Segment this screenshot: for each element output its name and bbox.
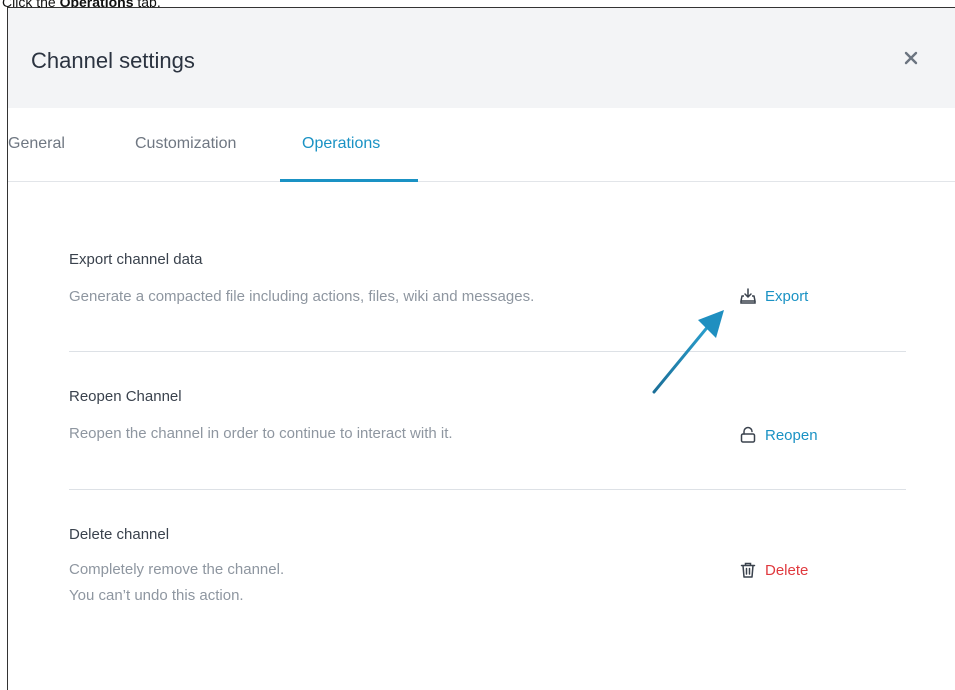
reopen-section-title: Reopen Channel — [69, 388, 182, 405]
reopen-button[interactable]: Reopen — [739, 426, 818, 444]
delete-button-label: Delete — [765, 561, 809, 579]
close-icon[interactable] — [899, 46, 923, 70]
export-section-title: Export channel data — [69, 251, 203, 268]
annotation-arrow — [652, 310, 724, 394]
delete-section-description-line1: Completely remove the channel. — [69, 561, 285, 578]
export-button[interactable]: Export — [739, 287, 808, 305]
delete-section-description-line2: You can’t undo this action. — [69, 587, 244, 604]
section-divider — [69, 489, 906, 490]
export-button-label: Export — [765, 287, 809, 305]
reopen-button-label: Reopen — [765, 426, 818, 444]
delete-button[interactable]: Delete — [739, 561, 808, 579]
active-tab-indicator — [280, 179, 418, 182]
tab-operations[interactable]: Operations — [302, 135, 380, 153]
tab-bar: General Customization Operations — [8, 108, 955, 182]
reopen-section-description: Reopen the channel in order to continue … — [69, 425, 453, 442]
tab-customization[interactable]: Customization — [135, 135, 236, 153]
export-section-description: Generate a compacted file including acti… — [69, 288, 535, 305]
tab-general[interactable]: General — [8, 135, 65, 153]
lock-open-icon — [740, 426, 756, 443]
dialog-header: Channel settings — [8, 8, 955, 108]
trash-icon — [740, 562, 756, 578]
dialog-title: Channel settings — [31, 48, 195, 73]
channel-settings-dialog: Channel settings General Customization O… — [7, 7, 955, 690]
delete-section-title: Delete channel — [69, 526, 170, 543]
section-divider — [69, 351, 906, 352]
export-icon — [740, 288, 756, 304]
